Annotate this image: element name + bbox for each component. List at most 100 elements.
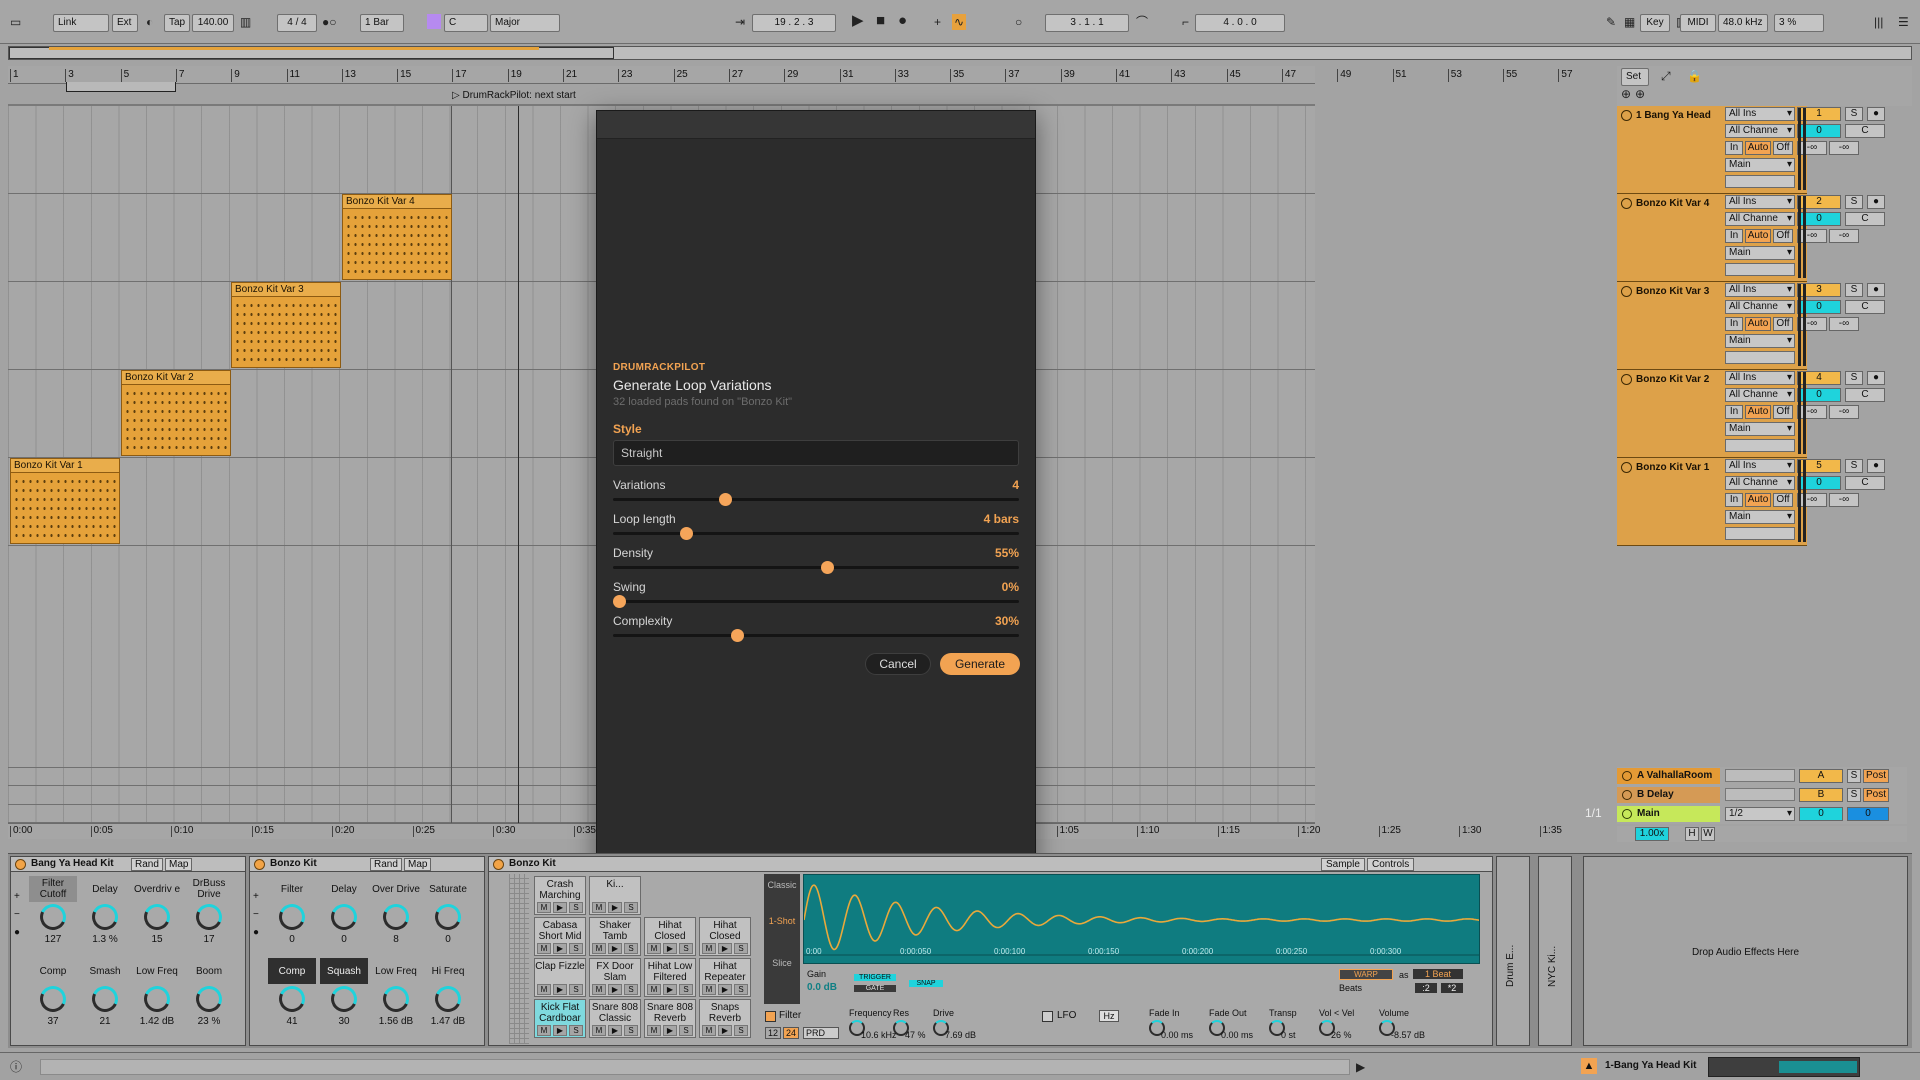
arm-icon[interactable]: ● xyxy=(1867,195,1885,209)
mute-button[interactable]: M xyxy=(702,984,716,995)
solo-button[interactable]: S xyxy=(734,943,748,954)
monitor-off-button[interactable]: Off xyxy=(1773,493,1793,507)
drum-pad[interactable]: Kick Flat Cardboar M ▶ S xyxy=(534,999,586,1038)
track-activator-icon[interactable] xyxy=(1621,286,1632,297)
arm-icon[interactable]: ● xyxy=(1867,371,1885,385)
preview-icon[interactable]: ▶ xyxy=(663,984,677,995)
slider-thumb[interactable] xyxy=(679,527,693,540)
solo-button[interactable]: S xyxy=(679,1025,693,1036)
mute-button[interactable]: M xyxy=(592,984,606,995)
pan-field[interactable]: C xyxy=(1845,476,1885,490)
monitor-auto-button[interactable]: Auto xyxy=(1745,317,1771,331)
preview-icon[interactable]: ▶ xyxy=(553,902,567,913)
solo-button[interactable]: S xyxy=(1845,371,1863,385)
waveform-display[interactable]: 0:00 0:00:050 0:00:100 0:00:150 0:00:200 0:00… xyxy=(803,874,1480,964)
drum-pad[interactable]: Hihat Repeater M ▶ S xyxy=(699,958,751,997)
output-dropdown[interactable]: Main xyxy=(1725,334,1795,348)
mute-button[interactable]: M xyxy=(702,1025,716,1036)
slider-thumb[interactable] xyxy=(730,629,744,642)
slider-track[interactable] xyxy=(613,527,1019,540)
monitor-auto-button[interactable]: Auto xyxy=(1745,229,1771,243)
drum-pad[interactable]: Shaker Tamb M ▶ S xyxy=(589,917,641,956)
mute-button[interactable]: M xyxy=(537,902,551,913)
output-channel-field[interactable] xyxy=(1725,439,1795,452)
rack-side-icon[interactable]: ● xyxy=(14,927,20,938)
drum-rack-device[interactable]: Bonzo Kit Rand Map Filter 0 Delay 0 Over Dri… xyxy=(249,856,485,1046)
sampler-knob[interactable]: Fade Out 0.00 ms xyxy=(1209,1008,1269,1044)
input-type-dropdown[interactable]: All Ins xyxy=(1725,107,1795,121)
oneshot-mode[interactable]: 1-Shot xyxy=(764,916,800,926)
preview-icon[interactable]: ▶ xyxy=(553,984,567,995)
halve-button[interactable]: :2 xyxy=(1415,983,1437,993)
track-name[interactable]: Bonzo Kit Var 3 xyxy=(1636,286,1709,297)
main-volume-field[interactable]: 0 xyxy=(1799,807,1843,821)
solo-button[interactable]: S xyxy=(624,902,638,913)
track-name[interactable]: Bonzo Kit Var 1 xyxy=(1636,462,1709,473)
mute-button[interactable]: M xyxy=(592,943,606,954)
rack-side-icon[interactable]: − xyxy=(253,909,259,920)
drum-pad[interactable]: Snare 808 Reverb M ▶ S xyxy=(644,999,696,1038)
macro-knob[interactable]: Delay 0 xyxy=(320,876,368,954)
rack-side-icon[interactable]: + xyxy=(253,891,259,902)
hz-button[interactable]: Hz xyxy=(1099,1010,1119,1022)
classic-mode[interactable]: Classic xyxy=(764,880,800,890)
macro-knob[interactable]: Hi Freq 1.47 dB xyxy=(424,958,472,1036)
macro-knob[interactable]: Low Freq 1.42 dB xyxy=(133,958,181,1036)
mute-button[interactable]: M xyxy=(537,984,551,995)
solo-button[interactable]: S xyxy=(679,984,693,995)
sample-tab[interactable]: Sample xyxy=(1321,858,1365,871)
cue-volume-field[interactable]: 0 xyxy=(1847,807,1889,821)
trigger-button[interactable]: TRIGGER xyxy=(854,974,896,981)
preview-icon[interactable]: ▶ xyxy=(553,1025,567,1036)
macro-knob[interactable]: Boom 23 % xyxy=(185,958,233,1036)
chain-strip-drum[interactable]: Drum E... xyxy=(1496,856,1530,1046)
return-name[interactable]: A ValhallaRoom xyxy=(1617,768,1720,784)
mini-overview[interactable] xyxy=(1708,1057,1860,1077)
return-name[interactable]: B Delay xyxy=(1617,787,1720,803)
rand-button[interactable]: Rand xyxy=(131,858,163,871)
preview-icon[interactable]: ▶ xyxy=(608,902,622,913)
arm-icon[interactable]: ● xyxy=(1867,459,1885,473)
device-power-icon[interactable] xyxy=(493,859,504,870)
slider-thumb[interactable] xyxy=(719,493,733,506)
track-activator-icon[interactable] xyxy=(1621,374,1632,385)
mute-button[interactable]: M xyxy=(537,943,551,954)
return-input-field[interactable] xyxy=(1725,769,1795,782)
sampler-knob[interactable]: Vol < Vel 26 % xyxy=(1319,1008,1379,1044)
knob-icon[interactable] xyxy=(140,982,174,1016)
knob-icon[interactable] xyxy=(275,982,309,1016)
macro-knob[interactable]: Smash 21 xyxy=(81,958,129,1036)
monitor-in-button[interactable]: In xyxy=(1725,229,1743,243)
zoom-field[interactable]: 1.00x xyxy=(1635,827,1669,841)
knob-icon[interactable] xyxy=(192,982,226,1016)
snap-button[interactable]: SNAP xyxy=(909,980,943,987)
h-button[interactable]: H xyxy=(1685,827,1699,841)
monitor-auto-button[interactable]: Auto xyxy=(1745,493,1771,507)
solo-button[interactable]: S xyxy=(569,902,583,913)
drum-pad[interactable]: Clap Fizzle M ▶ S xyxy=(534,958,586,997)
drum-pad[interactable]: Cabasa Short Mid M ▶ S xyxy=(534,917,586,956)
rack-side-icon[interactable]: + xyxy=(14,891,20,902)
pan-field[interactable]: C xyxy=(1845,300,1885,314)
solo-button[interactable]: S xyxy=(1845,459,1863,473)
mute-button[interactable]: M xyxy=(592,902,606,913)
lfo-toggle[interactable] xyxy=(1042,1011,1053,1022)
output-dropdown[interactable]: Main xyxy=(1725,422,1795,436)
chain-strip-nyc[interactable]: NYC Ki... xyxy=(1538,856,1572,1046)
knob-icon[interactable] xyxy=(36,982,70,1016)
solo-button[interactable]: S xyxy=(1847,788,1861,802)
output-dropdown[interactable]: Main xyxy=(1725,246,1795,260)
knob-icon[interactable] xyxy=(275,900,309,934)
track-activator-icon[interactable] xyxy=(1621,198,1632,209)
sampler-knob[interactable]: Fade In 0.00 ms xyxy=(1149,1008,1209,1044)
pan-field[interactable]: C xyxy=(1845,212,1885,226)
knob-icon[interactable] xyxy=(431,982,465,1016)
solo-button[interactable]: S xyxy=(1845,283,1863,297)
monitor-off-button[interactable]: Off xyxy=(1773,229,1793,243)
mute-button[interactable]: M xyxy=(647,984,661,995)
sampler-knob[interactable]: Volume -8.57 dB xyxy=(1379,1008,1439,1044)
solo-button[interactable]: S xyxy=(569,1025,583,1036)
return-letter-button[interactable]: A xyxy=(1799,769,1843,783)
monitor-in-button[interactable]: In xyxy=(1725,405,1743,419)
solo-button[interactable]: S xyxy=(679,943,693,954)
